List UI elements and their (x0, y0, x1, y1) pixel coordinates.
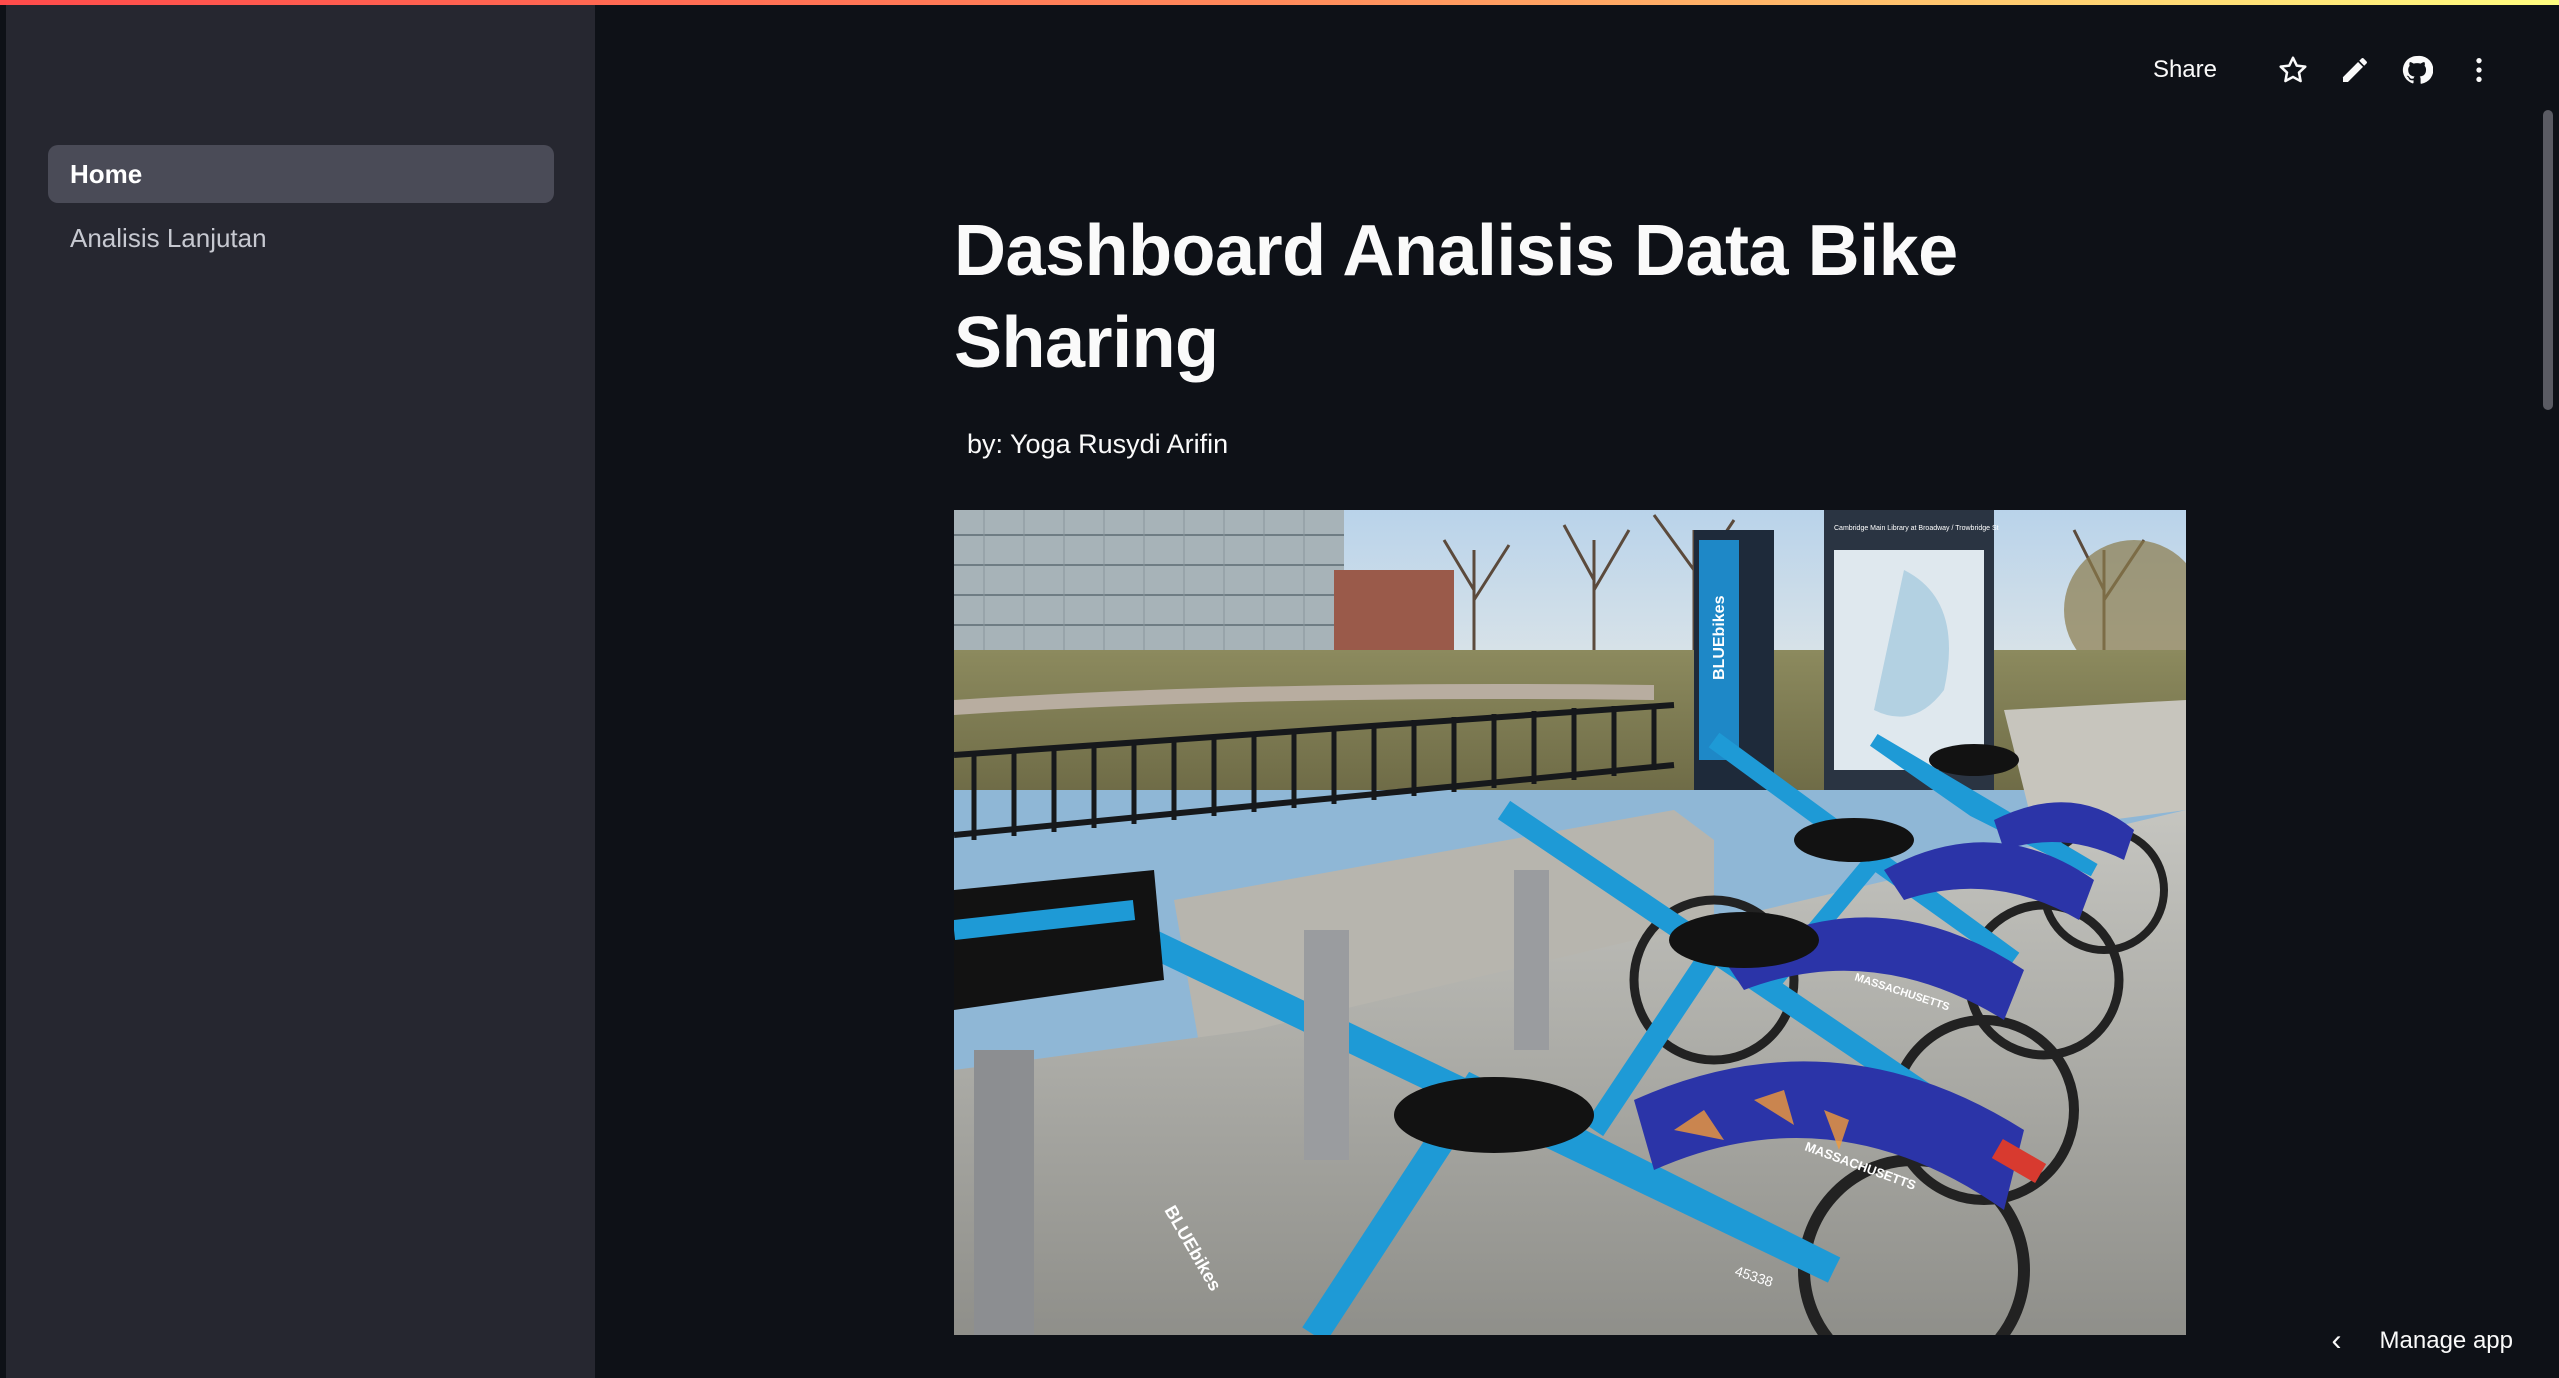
chevron-left-icon: ‹ (2331, 1324, 2342, 1357)
author-byline: by: Yoga Rusydi Arifin (967, 429, 1229, 459)
more-vertical-icon[interactable] (2459, 50, 2499, 90)
share-button[interactable]: Share (2153, 56, 2217, 84)
manage-app-label: Manage app (2379, 1327, 2513, 1354)
page-title: Dashboard Analisis Data Bike Sharing (954, 211, 1958, 383)
station-sign-text: BLUEbikes (1711, 595, 1728, 680)
github-icon[interactable] (2397, 50, 2437, 90)
top-decoration-bar (0, 0, 2559, 5)
manage-app-button[interactable]: ‹ Manage app (2332, 1324, 2513, 1358)
sidebar: Home Analisis Lanjutan (6, 5, 595, 1378)
content-block: Dashboard Analisis Data Bike Sharing by:… (954, 205, 2189, 460)
header-toolbar: Share (2153, 45, 2499, 95)
bike-station-photo: BLUEbikes Cambridge Main Library at Broa… (954, 510, 2186, 1335)
scrollbar[interactable] (2543, 110, 2553, 410)
hero-image-bike-station: BLUEbikes Cambridge Main Library at Broa… (954, 510, 2186, 1335)
map-board-text: Cambridge Main Library at Broadway / Tro… (1834, 525, 1999, 532)
sidebar-item-label: Analisis Lanjutan (70, 222, 267, 253)
sidebar-item-label: Home (70, 158, 143, 189)
pencil-icon[interactable] (2335, 50, 2375, 90)
sidebar-item-analisis-lanjutan[interactable]: Analisis Lanjutan (48, 209, 554, 267)
sidebar-item-home[interactable]: Home (48, 145, 554, 203)
star-icon[interactable] (2273, 50, 2313, 90)
main-content: Share Dashboard Analisis Data Bike Shari… (595, 5, 2559, 1378)
